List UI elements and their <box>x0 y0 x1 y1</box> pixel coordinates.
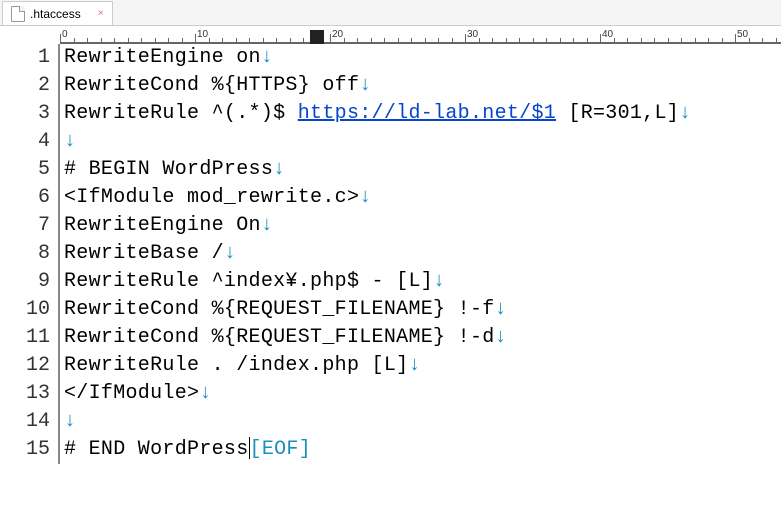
code-text: RewriteBase / <box>64 242 224 265</box>
line-number: 4 <box>0 128 50 156</box>
code-line[interactable]: # BEGIN WordPress↓ <box>64 156 781 184</box>
ruler-mark: 30 <box>467 29 478 40</box>
line-number: 2 <box>0 72 50 100</box>
return-icon: ↓ <box>433 270 445 293</box>
line-number: 3 <box>0 100 50 128</box>
code-line[interactable]: </IfModule>↓ <box>64 380 781 408</box>
return-icon: ↓ <box>495 326 507 349</box>
return-icon: ↓ <box>495 298 507 321</box>
code-text: RewriteEngine on <box>64 46 261 69</box>
return-icon: ↓ <box>224 242 236 265</box>
line-number: 15 <box>0 436 50 464</box>
line-number: 14 <box>0 408 50 436</box>
return-icon: ↓ <box>273 158 285 181</box>
line-number: 11 <box>0 324 50 352</box>
return-icon: ↓ <box>64 410 76 433</box>
line-number: 9 <box>0 268 50 296</box>
code-text: RewriteRule . /index.php [L] <box>64 354 408 377</box>
code-text: <IfModule mod_rewrite.c> <box>64 186 359 209</box>
code-area[interactable]: 123456789101112131415 RewriteEngine on↓R… <box>0 44 781 464</box>
ruler-mark: 40 <box>602 29 613 40</box>
code-line[interactable]: <IfModule mod_rewrite.c>↓ <box>64 184 781 212</box>
line-number: 1 <box>0 44 50 72</box>
ruler-mark: 10 <box>197 29 208 40</box>
line-number: 7 <box>0 212 50 240</box>
return-icon: ↓ <box>359 74 371 97</box>
code-line[interactable]: RewriteRule ^index¥.php$ - [L]↓ <box>64 268 781 296</box>
code-text: # BEGIN WordPress <box>64 158 273 181</box>
code-text: RewriteCond %{REQUEST_FILENAME} !-d <box>64 326 495 349</box>
ruler-mark: 50 <box>737 29 748 40</box>
line-number: 8 <box>0 240 50 268</box>
close-icon[interactable]: × <box>98 8 104 19</box>
code-line[interactable]: RewriteRule ^(.*)$ https://ld-lab.net/$1… <box>64 100 781 128</box>
code-line[interactable]: RewriteCond %{HTTPS} off↓ <box>64 72 781 100</box>
code-text: [R=301,L] <box>556 102 679 125</box>
tab-filename: .htaccess <box>30 7 81 21</box>
code-text: RewriteEngine On <box>64 214 261 237</box>
ruler[interactable]: 0 10 20 30 40 50 <box>60 26 781 44</box>
code-line[interactable]: RewriteRule . /index.php [L]↓ <box>64 352 781 380</box>
code-line[interactable]: ↓ <box>64 128 781 156</box>
return-icon: ↓ <box>408 354 420 377</box>
code-text: RewriteRule ^index¥.php$ - [L] <box>64 270 433 293</box>
editor-window: .htaccess × 01020304050 1234567891011121… <box>0 0 781 517</box>
return-icon: ↓ <box>199 382 211 405</box>
line-number: 5 <box>0 156 50 184</box>
code-text: RewriteRule ^(.*)$ <box>64 102 298 125</box>
return-icon: ↓ <box>64 130 76 153</box>
line-number-gutter: 123456789101112131415 <box>0 44 60 464</box>
code-text: RewriteCond %{HTTPS} off <box>64 74 359 97</box>
return-icon: ↓ <box>261 46 273 69</box>
line-number: 6 <box>0 184 50 212</box>
file-icon <box>11 6 25 22</box>
code-line[interactable]: ↓ <box>64 408 781 436</box>
code-line[interactable]: RewriteEngine on↓ <box>64 44 781 72</box>
line-number: 12 <box>0 352 50 380</box>
url-link[interactable]: https://ld-lab.net/$1 <box>298 102 556 125</box>
return-icon: ↓ <box>679 102 691 125</box>
ruler-mark: 20 <box>332 29 343 40</box>
line-number: 13 <box>0 380 50 408</box>
tab-bar: .htaccess × <box>0 0 781 26</box>
line-number: 10 <box>0 296 50 324</box>
code-text: RewriteCond %{REQUEST_FILENAME} !-f <box>64 298 495 321</box>
code-line[interactable]: RewriteBase /↓ <box>64 240 781 268</box>
file-tab[interactable]: .htaccess × <box>2 1 113 25</box>
code-line[interactable]: RewriteCond %{REQUEST_FILENAME} !-f↓ <box>64 296 781 324</box>
code-text: # END WordPress <box>64 438 249 461</box>
ruler-mark: 0 <box>62 29 68 40</box>
ruler-caret-marker <box>310 30 324 44</box>
code-text: </IfModule> <box>64 382 199 405</box>
code-line[interactable]: RewriteCond %{REQUEST_FILENAME} !-d↓ <box>64 324 781 352</box>
code-lines[interactable]: RewriteEngine on↓RewriteCond %{HTTPS} of… <box>60 44 781 464</box>
code-line[interactable]: # END WordPress[EOF] <box>64 436 781 464</box>
return-icon: ↓ <box>359 186 371 209</box>
code-line[interactable]: RewriteEngine On↓ <box>64 212 781 240</box>
return-icon: ↓ <box>261 214 273 237</box>
eof-marker: [EOF] <box>250 438 312 461</box>
